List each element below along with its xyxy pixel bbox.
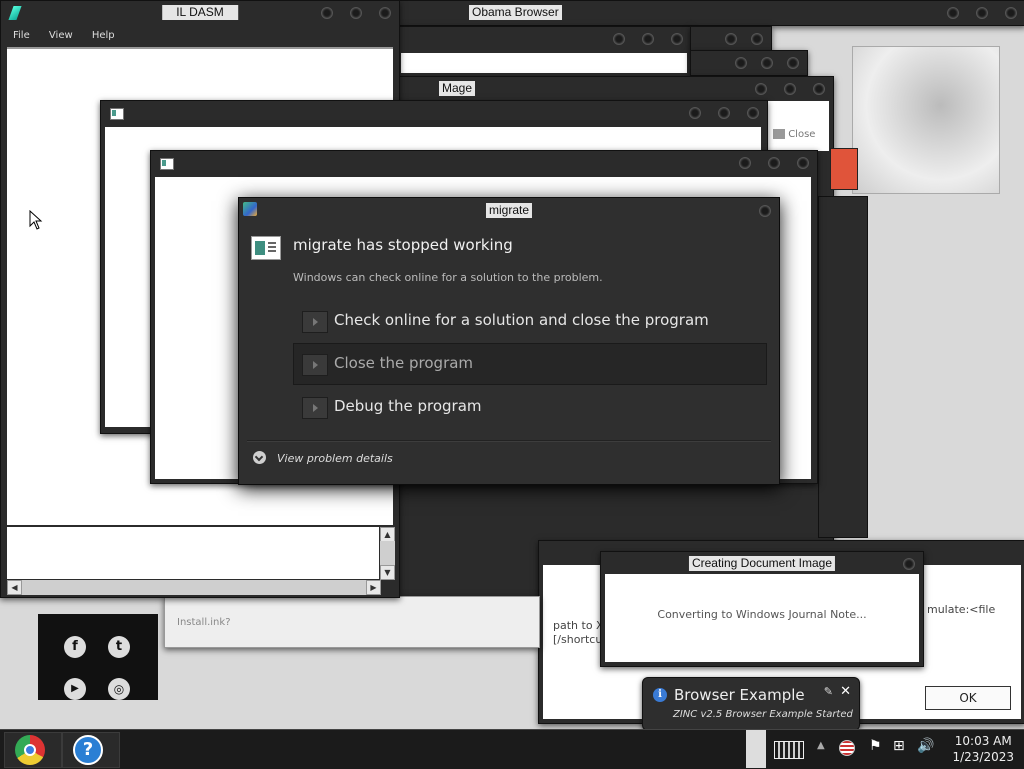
window-app-icon xyxy=(110,108,124,120)
dialog-body: Converting to Windows Journal Note... xyxy=(605,574,919,662)
scroll-right-button[interactable]: ▶ xyxy=(366,580,381,595)
background-window xyxy=(690,26,772,52)
vertical-scrollbar[interactable] xyxy=(380,541,395,565)
menu-bar: File View Help xyxy=(7,28,393,43)
chevron-down-icon[interactable] xyxy=(253,451,266,464)
chrome-icon xyxy=(15,735,45,765)
pin-icon[interactable]: ✎ xyxy=(824,685,833,698)
window-controls[interactable] xyxy=(759,205,771,217)
arrow-right-icon xyxy=(302,311,328,333)
window-controls[interactable] xyxy=(755,83,825,95)
window-controls[interactable] xyxy=(903,558,915,570)
red-panel xyxy=(830,148,858,190)
install-window: Install.ink? xyxy=(164,596,540,648)
menu-file[interactable]: File xyxy=(13,30,30,41)
install-text: Install.ink? xyxy=(177,617,231,628)
menu-help[interactable]: Help xyxy=(92,30,115,41)
window-app-icon xyxy=(160,158,174,170)
window-controls[interactable] xyxy=(947,7,1017,19)
window-content xyxy=(401,53,687,73)
facebook-icon[interactable]: f xyxy=(64,636,86,658)
window-controls[interactable] xyxy=(725,33,763,45)
close-icon xyxy=(773,129,785,139)
twitter-icon[interactable]: t xyxy=(108,636,130,658)
divider xyxy=(247,440,771,442)
progress-message: Converting to Windows Journal Note... xyxy=(657,608,867,621)
youtube-icon[interactable]: ▶ xyxy=(64,678,86,700)
window-title: Obama Browser xyxy=(469,5,562,20)
window-controls[interactable] xyxy=(321,7,391,19)
keyboard-icon[interactable] xyxy=(774,741,804,759)
help-icon: ? xyxy=(73,735,103,765)
window-controls[interactable] xyxy=(613,33,683,45)
ildasm-app-icon xyxy=(8,6,22,20)
window-title: Mage xyxy=(439,81,476,96)
creating-document-dialog: Creating Document Image Converting to Wi… xyxy=(600,551,924,667)
notification-title: Browser Example xyxy=(674,686,805,704)
notification-balloon[interactable]: i Browser Example ZINC v2.5 Browser Exam… xyxy=(642,677,860,738)
close-icon[interactable]: ✕ xyxy=(840,684,851,699)
debug-program-option[interactable]: Debug the program xyxy=(293,386,767,428)
taskbar-help-button[interactable]: ? xyxy=(62,732,120,768)
background-photo xyxy=(852,46,1000,194)
scroll-left-button[interactable]: ◀ xyxy=(7,580,22,595)
check-online-option[interactable]: Check online for a solution and close th… xyxy=(293,300,767,342)
ok-button[interactable]: OK xyxy=(925,686,1011,710)
obama-browser-window: Obama Browser xyxy=(398,0,1024,26)
mouse-cursor-icon xyxy=(29,210,43,230)
window-controls[interactable] xyxy=(739,157,809,169)
window-text-line1: path to X xyxy=(553,619,604,632)
window-content xyxy=(767,101,829,151)
background-window xyxy=(690,50,808,76)
scroll-down-button[interactable]: ▼ xyxy=(380,565,395,580)
scroll-up-button[interactable]: ▲ xyxy=(380,527,395,542)
language-flag-icon[interactable] xyxy=(839,740,855,756)
social-panel: f t ▶ ◎ xyxy=(38,614,158,700)
clock-time: 10:03 AM xyxy=(954,734,1012,748)
close-label: Close xyxy=(788,129,816,140)
window-controls[interactable] xyxy=(735,57,799,69)
error-dialog: migrate migrate has stopped working Wind… xyxy=(238,197,780,485)
arrow-right-icon xyxy=(302,354,328,376)
window-title: Creating Document Image xyxy=(688,556,836,571)
background-window xyxy=(398,26,692,78)
taskbar: ? ▲ ⚑ ⊞ 🔊 10:03 AM 1/23/2023 xyxy=(0,729,1024,769)
clock-date: 1/23/2023 xyxy=(952,750,1014,764)
close-button[interactable]: Close xyxy=(773,129,815,140)
info-icon: i xyxy=(653,688,667,702)
action-center-flag-icon[interactable]: ⚑ xyxy=(869,738,882,754)
right-side-panel xyxy=(818,196,868,538)
notification-message: ZINC v2.5 Browser Example Started xyxy=(673,709,853,720)
output-pane[interactable] xyxy=(7,527,379,579)
clock[interactable]: 10:03 AM 1/23/2023 xyxy=(952,733,1014,765)
window-title: migrate xyxy=(485,203,533,218)
menu-view[interactable]: View xyxy=(49,30,73,41)
option-label: Close the program xyxy=(334,354,474,372)
window-title: IL DASM xyxy=(162,5,238,20)
view-problem-details-link[interactable]: View problem details xyxy=(277,452,393,465)
option-label: Check online for a solution and close th… xyxy=(334,311,709,329)
close-program-option[interactable]: Close the program xyxy=(293,343,767,385)
chevron-up-icon[interactable]: ▲ xyxy=(817,740,825,751)
error-subtext: Windows can check online for a solution … xyxy=(293,271,603,284)
program-icon xyxy=(251,236,281,260)
migrate-app-icon xyxy=(243,202,257,216)
horizontal-scrollbar[interactable] xyxy=(22,580,366,595)
option-label: Debug the program xyxy=(334,397,482,415)
window-text-fragment: mulate:<file xyxy=(927,603,996,616)
window-text-line2: [/shortcu xyxy=(553,633,603,646)
instagram-icon[interactable]: ◎ xyxy=(108,678,130,700)
error-heading: migrate has stopped working xyxy=(293,236,513,254)
taskbar-chrome-button[interactable] xyxy=(4,732,62,768)
show-hidden-icons-divider xyxy=(746,730,766,768)
volume-icon[interactable]: 🔊 xyxy=(917,738,934,754)
window-controls[interactable] xyxy=(689,107,759,119)
arrow-right-icon xyxy=(302,397,328,419)
network-icon[interactable]: ⊞ xyxy=(893,738,905,754)
